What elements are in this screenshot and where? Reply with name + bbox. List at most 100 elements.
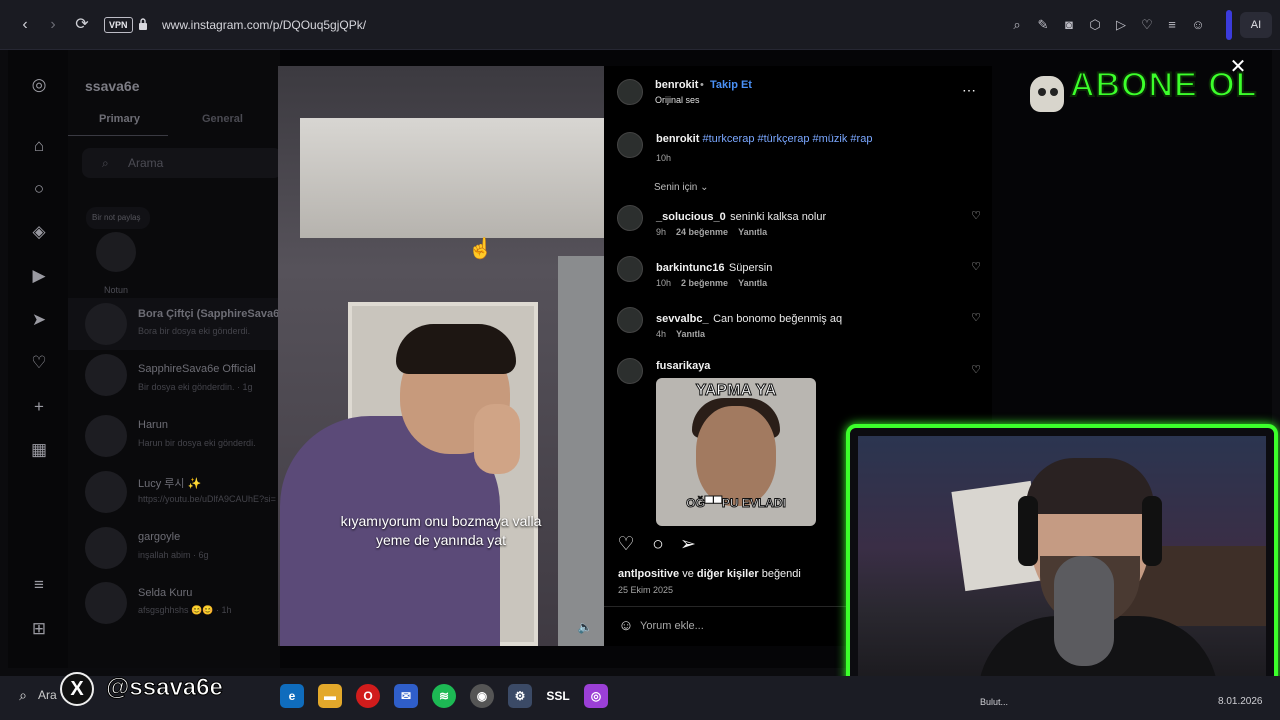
comment-avatar[interactable] (617, 205, 643, 231)
thread-name[interactable]: Harun (138, 419, 168, 431)
author-avatar[interactable] (617, 79, 643, 105)
comment-text: seninki kalksa nolur (730, 211, 827, 223)
avatar[interactable] (85, 415, 127, 457)
heart-bookmark-icon[interactable]: ♡ (1138, 16, 1156, 34)
instagram-logo-icon[interactable]: ◎ (28, 74, 50, 96)
home-icon[interactable]: ⌂ (28, 135, 50, 157)
vpn-badge[interactable]: VPN (104, 17, 133, 33)
thread-name[interactable]: gargoyle (138, 531, 180, 543)
forward-icon[interactable]: › (42, 14, 64, 36)
avatar[interactable] (85, 354, 127, 396)
taskbar-search[interactable]: Ara (38, 688, 57, 702)
webcam-overlay (846, 424, 1278, 704)
note-label: Notun (104, 285, 129, 295)
author-avatar[interactable] (617, 132, 643, 158)
avatar[interactable] (85, 471, 127, 513)
plus-icon[interactable]: + (28, 396, 50, 418)
tab-primary[interactable]: Primary (99, 113, 140, 125)
dm-search-box[interactable] (82, 148, 282, 178)
liked-by-and: ve (682, 568, 694, 580)
search-page-icon[interactable]: ⌕ (1008, 16, 1026, 34)
comment-user[interactable]: fusarikaya (656, 360, 710, 372)
like-icon[interactable]: ♡ (615, 534, 637, 556)
meme-image[interactable]: YAPMA YA OĞ▀▀PU EVLADI (656, 378, 816, 526)
address-bar[interactable]: www.instagram.com/p/DQOuq5gjQPk/ (162, 18, 366, 32)
caption-hashtags[interactable]: #turkcerap #türkçerap #müzik #rap (702, 133, 872, 145)
emoji-icon[interactable]: ☺ (617, 617, 635, 635)
edge-icon[interactable]: e (280, 684, 304, 708)
comment-user[interactable]: _solucious_0 (656, 211, 726, 223)
comment-icon[interactable]: ○ (647, 534, 669, 556)
author-name[interactable]: benrokit (655, 79, 698, 91)
follow-button[interactable]: Takip Et (710, 79, 752, 91)
heart-icon[interactable]: ♡ (28, 352, 50, 374)
like-comment-icon[interactable]: ♡ (970, 364, 982, 376)
liked-by-others[interactable]: diğer kişiler (697, 568, 759, 580)
caption-username[interactable]: benrokit (656, 133, 699, 145)
ai-button[interactable]: AI (1240, 12, 1272, 38)
comment-user[interactable]: barkintunc16 (656, 262, 724, 274)
note-bubble[interactable]: Bir not paylaş (86, 207, 150, 229)
dm-username[interactable]: ssava6e (85, 78, 140, 94)
search-icon[interactable]: ⌕ (14, 686, 32, 704)
spotify-icon[interactable]: ≋ (432, 684, 456, 708)
play-icon[interactable]: ▷ (1112, 16, 1130, 34)
more-options-icon[interactable]: ⋯ (962, 82, 976, 99)
comment-time: 9h (656, 227, 667, 237)
search-icon[interactable]: ○ (28, 178, 50, 200)
reply-button[interactable]: Yanıtla (738, 227, 767, 237)
tab-general[interactable]: General (202, 113, 243, 125)
avatar[interactable] (85, 527, 127, 569)
thread-name[interactable]: SapphireSava6e Official (138, 363, 256, 375)
like-comment-icon[interactable]: ♡ (970, 210, 982, 222)
settings-icon[interactable]: ⚙ (508, 684, 532, 708)
edit-icon[interactable]: ✎ (1034, 16, 1052, 34)
sort-dropdown[interactable]: Senin için ⌄ (654, 182, 709, 193)
comment-avatar[interactable] (617, 256, 643, 282)
mute-icon[interactable]: 🔈 (576, 618, 594, 636)
comment-likes[interactable]: 2 beğenme (681, 278, 728, 288)
back-icon[interactable]: ‹ (14, 14, 36, 36)
opera-icon[interactable]: O (356, 684, 380, 708)
ssl-app-icon[interactable]: SSL (544, 684, 572, 708)
post-video[interactable]: kıyamıyorum onu bozmaya valla yeme de ya… (278, 66, 604, 646)
folder-icon[interactable]: ▬ (318, 684, 342, 708)
comment-user[interactable]: sevvalbc_ (656, 313, 709, 325)
steam-icon[interactable]: ◉ (470, 684, 494, 708)
reply-button[interactable]: Yanıtla (738, 278, 767, 288)
comment-likes[interactable]: 24 beğenme (676, 227, 728, 237)
post-caption: benrokit #turkcerap #türkçerap #müzik #r… (656, 133, 872, 145)
chart-icon[interactable]: ▦ (28, 439, 50, 461)
more-menu-icon[interactable]: ≡ (28, 574, 50, 596)
profile-icon[interactable]: ☺ (1189, 16, 1207, 34)
avatar[interactable] (85, 582, 127, 624)
liked-by[interactable]: antlpositive ve diğer kişiler beğendi (618, 568, 801, 580)
note-avatar[interactable] (96, 232, 136, 272)
send-icon[interactable]: ➤ (28, 309, 50, 331)
like-comment-icon[interactable]: ♡ (970, 312, 982, 324)
reload-icon[interactable]: ⟳ (71, 14, 93, 36)
shield-icon[interactable]: ⬡ (1086, 16, 1104, 34)
comment-avatar[interactable] (617, 307, 643, 333)
like-comment-icon[interactable]: ♡ (970, 261, 982, 273)
reply-button[interactable]: Yanıtla (676, 329, 705, 339)
menu-icon[interactable]: ≡ (1163, 16, 1181, 34)
liked-by-user[interactable]: antlpositive (618, 568, 679, 580)
audio-label[interactable]: Orijinal ses (655, 95, 700, 105)
comment: barkintunc16 Süpersin (656, 258, 772, 276)
comment-avatar[interactable] (617, 358, 643, 384)
comment-input[interactable] (640, 616, 840, 636)
thread-name[interactable]: Selda Kuru (138, 587, 192, 599)
camera-icon[interactable]: ◙ (1060, 16, 1078, 34)
compass-icon[interactable]: ◈ (28, 221, 50, 243)
apps-icon[interactable]: ⊞ (28, 618, 50, 640)
mail-icon[interactable]: ✉ (394, 684, 418, 708)
comment: sevvalbc_ Can bonomo beğenmiş aq (656, 309, 842, 327)
reels-icon[interactable]: ▶ (28, 265, 50, 287)
instagram-app-icon[interactable]: ◎ (584, 684, 608, 708)
thread-name[interactable]: Lucy 루시 ✨ (138, 475, 201, 491)
avatar[interactable] (85, 303, 127, 345)
thread-name[interactable]: Bora Çiftçi (SapphireSava6e) (138, 308, 289, 320)
sidebar-accent (1226, 10, 1232, 40)
share-icon[interactable]: ➢ (677, 534, 699, 556)
